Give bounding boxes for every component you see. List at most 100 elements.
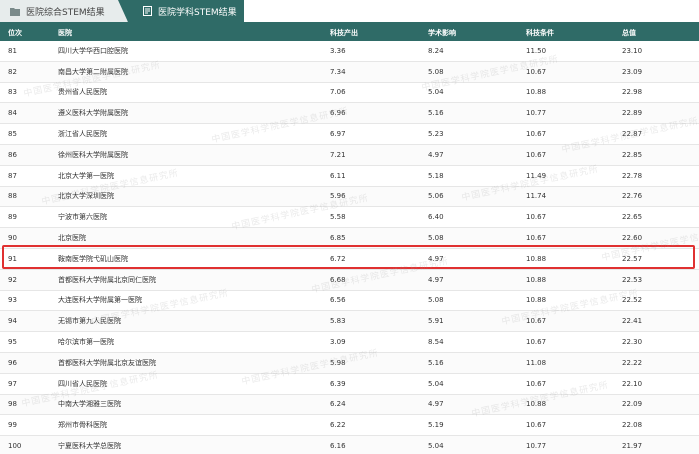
cell-total: 22.89 [622, 109, 643, 118]
table-row[interactable]: 86 徐州医科大学附属医院 7.21 4.97 10.67 22.85 [0, 144, 699, 166]
cell-impact: 5.04 [428, 88, 444, 97]
cell-impact: 5.16 [428, 358, 444, 367]
column-header-hospital[interactable]: 医院 [58, 28, 330, 38]
cell-output: 6.96 [330, 109, 346, 118]
cell-rank: 81 [8, 46, 17, 55]
cell-total: 22.98 [622, 88, 643, 97]
table-row[interactable]: 83 贵州省人民医院 7.06 5.04 10.88 22.98 [0, 82, 699, 104]
cell-condition: 10.77 [526, 109, 547, 118]
tab-hospital-overall[interactable]: 医院综合STEM结果 [0, 0, 128, 22]
cell-impact: 5.91 [428, 317, 444, 326]
table-row[interactable]: 100 宁夏医科大学总医院 6.16 5.04 10.77 21.97 [0, 436, 699, 454]
cell-hospital: 四川省人民医院 [58, 379, 107, 388]
cell-condition: 10.88 [526, 296, 547, 305]
cell-impact: 5.04 [428, 379, 444, 388]
cell-condition: 10.67 [526, 234, 547, 243]
cell-impact: 8.24 [428, 46, 444, 55]
cell-rank: 91 [8, 254, 17, 263]
column-header-rank[interactable]: 位次 [0, 28, 58, 38]
cell-condition: 10.77 [526, 442, 547, 451]
cell-rank: 83 [8, 88, 17, 97]
cell-impact: 4.97 [428, 400, 444, 409]
cell-rank: 96 [8, 358, 17, 367]
cell-hospital: 徐州医科大学附属医院 [58, 150, 128, 159]
cell-condition: 10.88 [526, 254, 547, 263]
cell-impact: 6.40 [428, 213, 444, 222]
cell-output: 5.58 [330, 213, 346, 222]
cell-hospital: 浙江省人民医院 [58, 130, 107, 139]
cell-condition: 10.88 [526, 88, 547, 97]
cell-condition: 11.08 [526, 358, 547, 367]
table-row[interactable]: 92 首都医科大学附属北京同仁医院 6.68 4.97 10.88 22.53 [0, 269, 699, 291]
cell-rank: 90 [8, 234, 17, 243]
cell-output: 6.68 [330, 275, 346, 284]
cell-rank: 86 [8, 150, 17, 159]
cell-rank: 92 [8, 275, 17, 284]
folder-icon [10, 6, 20, 16]
cell-rank: 98 [8, 400, 17, 409]
cell-rank: 97 [8, 379, 17, 388]
table-row[interactable]: 99 郑州市骨科医院 6.22 5.19 10.67 22.08 [0, 415, 699, 437]
table-row[interactable]: 89 宁波市第六医院 5.58 6.40 10.67 22.65 [0, 207, 699, 229]
cell-output: 6.39 [330, 379, 346, 388]
cell-condition: 10.67 [526, 317, 547, 326]
table-row[interactable]: 95 哈尔滨市第一医院 3.09 8.54 10.67 22.30 [0, 332, 699, 353]
table-row[interactable]: 93 大连医科大学附属第一医院 6.56 5.08 10.88 22.52 [0, 290, 699, 312]
cell-condition: 10.67 [526, 338, 547, 347]
table-row[interactable]: 82 南昌大学第二附属医院 7.34 5.08 10.67 23.09 [0, 61, 699, 83]
cell-output: 5.98 [330, 358, 346, 367]
tab-label: 医院学科STEM结果 [158, 7, 237, 18]
cell-output: 6.72 [330, 254, 346, 263]
cell-total: 22.65 [622, 213, 643, 222]
table-row[interactable]: 87 北京大学第一医院 6.11 5.18 11.49 22.78 [0, 165, 699, 187]
table-row[interactable]: 88 北京大学深圳医院 5.96 5.06 11.74 22.76 [0, 186, 699, 208]
document-icon [142, 6, 152, 16]
cell-rank: 89 [8, 213, 17, 222]
tab-hospital-discipline[interactable]: 医院学科STEM结果 [118, 0, 244, 22]
cell-rank: 99 [8, 421, 17, 430]
cell-rank: 100 [8, 442, 22, 451]
cell-output: 7.21 [330, 150, 346, 159]
cell-hospital: 贵州省人民医院 [58, 88, 107, 97]
cell-impact: 4.97 [428, 150, 444, 159]
cell-output: 6.24 [330, 400, 346, 409]
cell-condition: 10.67 [526, 213, 547, 222]
cell-total: 22.53 [622, 275, 643, 284]
cell-total: 22.41 [622, 317, 643, 326]
cell-impact: 5.23 [428, 130, 444, 139]
cell-condition: 10.67 [526, 150, 547, 159]
table-header: 位次 医院 科技产出 学术影响 科技条件 总值 [0, 24, 699, 41]
cell-total: 22.60 [622, 234, 643, 243]
table-row[interactable]: 81 四川大学华西口腔医院 3.36 8.24 11.50 23.10 [0, 41, 699, 62]
cell-output: 7.34 [330, 67, 346, 76]
cell-output: 5.83 [330, 317, 346, 326]
table-row[interactable]: 90 北京医院 6.85 5.08 10.67 22.60 [0, 228, 699, 249]
cell-rank: 85 [8, 130, 17, 139]
table-row[interactable]: 91 鞍南医学院弋矶山医院 6.72 4.97 10.88 22.57 [0, 248, 699, 270]
column-header-total[interactable]: 总值 [622, 28, 699, 38]
cell-total: 22.10 [622, 379, 643, 388]
table-row[interactable]: 84 遵义医科大学附属医院 6.96 5.16 10.77 22.89 [0, 103, 699, 125]
cell-output: 6.22 [330, 421, 346, 430]
cell-output: 3.09 [330, 338, 346, 347]
cell-total: 22.87 [622, 130, 643, 139]
table-row[interactable]: 98 中南大学湘雅三医院 6.24 4.97 10.88 22.09 [0, 394, 699, 416]
table-row[interactable]: 85 浙江省人民医院 6.97 5.23 10.67 22.87 [0, 124, 699, 145]
cell-total: 22.78 [622, 171, 643, 180]
table-row[interactable]: 96 首都医科大学附属北京友谊医院 5.98 5.16 11.08 22.22 [0, 352, 699, 374]
cell-impact: 4.97 [428, 254, 444, 263]
cell-rank: 93 [8, 296, 17, 305]
cell-total: 22.52 [622, 296, 643, 305]
cell-hospital: 首都医科大学附属北京友谊医院 [58, 358, 156, 367]
column-header-output[interactable]: 科技产出 [330, 28, 428, 38]
cell-output: 6.11 [330, 171, 346, 180]
cell-total: 22.30 [622, 338, 643, 347]
cell-total: 22.22 [622, 358, 643, 367]
table-row[interactable]: 94 无锡市第九人民医院 5.83 5.91 10.67 22.41 [0, 311, 699, 333]
cell-rank: 94 [8, 317, 17, 326]
column-header-impact[interactable]: 学术影响 [428, 28, 526, 38]
column-header-condition[interactable]: 科技条件 [526, 28, 622, 38]
table-row[interactable]: 97 四川省人民医院 6.39 5.04 10.67 22.10 [0, 373, 699, 395]
cell-condition: 11.50 [526, 46, 547, 55]
cell-impact: 8.54 [428, 338, 444, 347]
